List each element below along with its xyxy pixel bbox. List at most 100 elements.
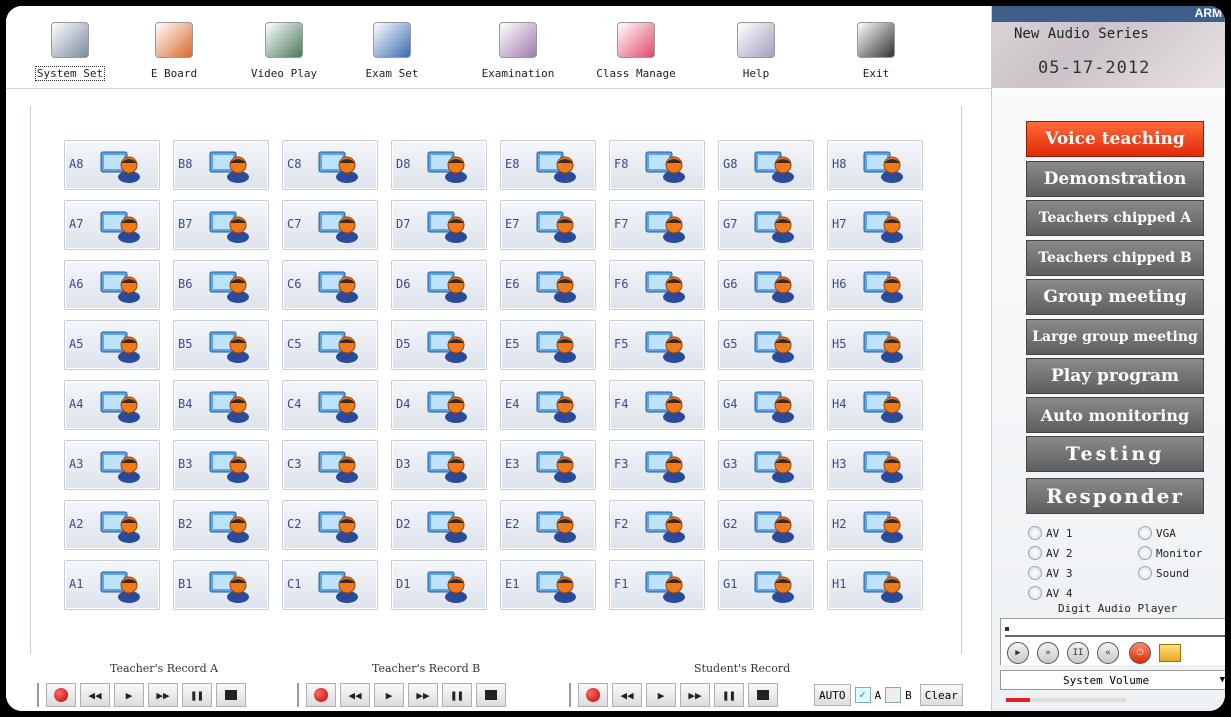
rewind-icon[interactable]: ◀◀	[80, 683, 110, 707]
mode-voice-teaching-button[interactable]: Voice teaching	[1026, 121, 1204, 157]
pause-icon[interactable]: ❚❚	[182, 683, 212, 707]
source-av1-radio[interactable]: AV 1	[1028, 526, 1073, 540]
seat-f1[interactable]: F1	[609, 560, 705, 610]
volume-slider[interactable]	[1006, 698, 1126, 702]
rewind-icon[interactable]: ◀◀	[340, 683, 370, 707]
mode-demonstration-button[interactable]: Demonstration	[1026, 161, 1204, 197]
seat-h3[interactable]: H3	[827, 440, 923, 490]
seat-c8[interactable]: C8	[282, 140, 378, 190]
pause-icon[interactable]: ❚❚	[442, 683, 472, 707]
system-volume-select[interactable]: System Volume ▼	[1000, 670, 1225, 690]
auto-button[interactable]: AUTO	[814, 684, 851, 706]
seat-b7[interactable]: B7	[173, 200, 269, 250]
toolbar-help-button[interactable]: Help	[706, 16, 806, 86]
seat-b5[interactable]: B5	[173, 320, 269, 370]
seat-b8[interactable]: B8	[173, 140, 269, 190]
seat-c5[interactable]: C5	[282, 320, 378, 370]
pause-icon[interactable]: ❚❚	[714, 683, 744, 707]
seat-e4[interactable]: E4	[500, 380, 596, 430]
seat-f4[interactable]: F4	[609, 380, 705, 430]
play-icon[interactable]: ▶	[646, 683, 676, 707]
seat-a8[interactable]: A8	[64, 140, 160, 190]
fast-forward-icon[interactable]: »	[1036, 642, 1060, 664]
record-icon[interactable]	[306, 683, 336, 707]
seat-g5[interactable]: G5	[718, 320, 814, 370]
seat-c7[interactable]: C7	[282, 200, 378, 250]
play-icon[interactable]: ▶	[1006, 642, 1030, 664]
mode-play-program-button[interactable]: Play program	[1026, 358, 1204, 394]
seat-a5[interactable]: A5	[64, 320, 160, 370]
pause-icon[interactable]: II	[1066, 642, 1090, 664]
seat-b2[interactable]: B2	[173, 500, 269, 550]
seat-d4[interactable]: D4	[391, 380, 487, 430]
seat-c6[interactable]: C6	[282, 260, 378, 310]
seat-a6[interactable]: A6	[64, 260, 160, 310]
seat-e8[interactable]: E8	[500, 140, 596, 190]
record-icon[interactable]	[46, 683, 76, 707]
fast-forward-icon[interactable]: ▶▶	[680, 683, 710, 707]
seat-b1[interactable]: B1	[173, 560, 269, 610]
b-checkbox[interactable]	[885, 687, 902, 703]
seat-h7[interactable]: H7	[827, 200, 923, 250]
seat-a7[interactable]: A7	[64, 200, 160, 250]
toolbar-exam-set-button[interactable]: Exam Set	[342, 16, 442, 86]
seat-f2[interactable]: F2	[609, 500, 705, 550]
seat-f6[interactable]: F6	[609, 260, 705, 310]
fast-forward-icon[interactable]: ▶▶	[408, 683, 438, 707]
toolbar-class-manage-button[interactable]: Class Manage	[586, 16, 686, 86]
toolbar-video-play-button[interactable]: Video Play	[234, 16, 334, 86]
seat-d7[interactable]: D7	[391, 200, 487, 250]
seat-e3[interactable]: E3	[500, 440, 596, 490]
clear-button[interactable]: Clear	[919, 684, 963, 706]
seat-e1[interactable]: E1	[500, 560, 596, 610]
rewind-icon[interactable]: «	[1096, 642, 1120, 664]
seat-f7[interactable]: F7	[609, 200, 705, 250]
seat-a1[interactable]: A1	[64, 560, 160, 610]
stop-icon[interactable]	[216, 683, 246, 707]
seat-d8[interactable]: D8	[391, 140, 487, 190]
mode-auto-monitoring-button[interactable]: Auto monitoring	[1026, 397, 1204, 433]
record-icon[interactable]	[578, 683, 608, 707]
source-av3-radio[interactable]: AV 3	[1028, 566, 1073, 580]
mode-responder-button[interactable]: Responder	[1026, 478, 1204, 514]
seat-d2[interactable]: D2	[391, 500, 487, 550]
seat-g1[interactable]: G1	[718, 560, 814, 610]
seat-c3[interactable]: C3	[282, 440, 378, 490]
seat-e5[interactable]: E5	[500, 320, 596, 370]
seat-g3[interactable]: G3	[718, 440, 814, 490]
source-sound-radio[interactable]: Sound	[1138, 566, 1189, 580]
a-checkbox[interactable]: ✓	[854, 687, 871, 703]
seat-c2[interactable]: C2	[282, 500, 378, 550]
seat-a3[interactable]: A3	[64, 440, 160, 490]
seat-g2[interactable]: G2	[718, 500, 814, 550]
source-av2-radio[interactable]: AV 2	[1028, 546, 1073, 560]
seat-e7[interactable]: E7	[500, 200, 596, 250]
source-av4-radio[interactable]: AV 4	[1028, 586, 1073, 600]
seat-f8[interactable]: F8	[609, 140, 705, 190]
seat-g6[interactable]: G6	[718, 260, 814, 310]
seat-e2[interactable]: E2	[500, 500, 596, 550]
seat-e6[interactable]: E6	[500, 260, 596, 310]
seat-c4[interactable]: C4	[282, 380, 378, 430]
toolbar-e-board-button[interactable]: E Board	[124, 16, 224, 86]
seat-d1[interactable]: D1	[391, 560, 487, 610]
play-icon[interactable]: ▶	[114, 683, 144, 707]
seat-d5[interactable]: D5	[391, 320, 487, 370]
stop-icon[interactable]	[476, 683, 506, 707]
toolbar-system-set-button[interactable]: System Set	[20, 16, 120, 86]
seat-g8[interactable]: G8	[718, 140, 814, 190]
seat-b6[interactable]: B6	[173, 260, 269, 310]
seat-d3[interactable]: D3	[391, 440, 487, 490]
seat-g7[interactable]: G7	[718, 200, 814, 250]
seat-d6[interactable]: D6	[391, 260, 487, 310]
mode-teachers-chipped-b-button[interactable]: Teachers chipped B	[1026, 240, 1204, 276]
seat-f3[interactable]: F3	[609, 440, 705, 490]
toolbar-examination-button[interactable]: Examination	[468, 16, 568, 86]
source-vga-radio[interactable]: VGA	[1138, 526, 1176, 540]
stop-icon[interactable]: ⏻	[1128, 642, 1152, 664]
seat-h2[interactable]: H2	[827, 500, 923, 550]
seat-b4[interactable]: B4	[173, 380, 269, 430]
play-icon[interactable]: ▶	[374, 683, 404, 707]
seat-h1[interactable]: H1	[827, 560, 923, 610]
stop-icon[interactable]	[748, 683, 778, 707]
